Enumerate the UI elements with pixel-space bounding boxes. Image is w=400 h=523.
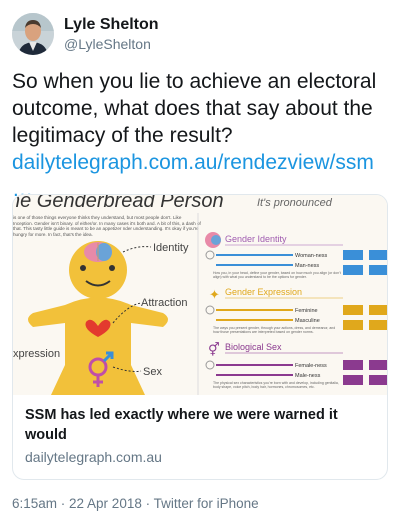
section-line: Man-ness — [295, 263, 319, 269]
section-line: Female-ness — [295, 363, 327, 369]
avatar[interactable] — [12, 13, 54, 55]
section-line: Feminine — [295, 308, 318, 314]
section-title: Gender Identity — [225, 234, 287, 244]
label-sex: Sex — [143, 366, 162, 378]
card-title[interactable]: SSM has led exactly where we were warned… — [25, 405, 375, 445]
section-line: Masculine — [295, 318, 320, 324]
image-intro: is one of those things everyone thinks t… — [13, 215, 201, 237]
tweet-header: Lyle Shelton @LyleShelton — [12, 10, 159, 58]
author-name[interactable]: Lyle Shelton — [64, 15, 159, 35]
image-heading: he Genderbread Person — [13, 195, 224, 212]
author-handle[interactable]: @LyleShelton — [64, 35, 159, 53]
card-image[interactable]: he Genderbread Person It's pronounced is… — [13, 195, 387, 395]
tweet-timestamp[interactable]: 6:15am · 22 Apr 2018 · Twitter for iPhon… — [12, 496, 259, 511]
label-identity: Identity — [153, 242, 189, 254]
link-card[interactable]: he Genderbread Person It's pronounced is… — [12, 194, 388, 480]
section-desc: The ways you present gender, through you… — [213, 326, 336, 335]
section-line: Woman-ness — [295, 253, 328, 259]
section-desc: How you, in your head, define your gende… — [213, 271, 341, 280]
section-title: Biological Sex — [225, 342, 282, 352]
section-title: Gender Expression — [225, 287, 302, 297]
section-desc: The physical sex characteristics you're … — [213, 381, 339, 390]
tweet-body: So when you lie to achieve an electoral … — [12, 68, 388, 203]
section-line: Male-ness — [295, 373, 321, 379]
svg-text:✦: ✦ — [209, 287, 220, 302]
image-subheading: It's pronounced — [257, 197, 333, 209]
tweet-text: So when you lie to achieve an electoral … — [12, 70, 377, 147]
card-domain: dailytelegraph.com.au — [25, 449, 162, 465]
label-expression: xpression — [13, 348, 60, 360]
tweet-link[interactable]: dailytelegraph.com.au/rendezview/ssm — [12, 149, 388, 176]
svg-text:⚥: ⚥ — [208, 342, 220, 357]
label-attraction: Attraction — [141, 297, 187, 309]
